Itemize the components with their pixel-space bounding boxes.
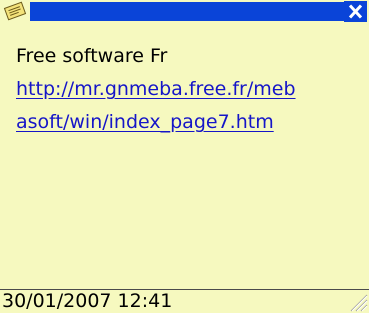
note-link-line-2[interactable]: asoft/win/index_page7.htm: [16, 111, 274, 133]
note-title: [30, 2, 344, 21]
note-link-line-1[interactable]: http://mr.gnmeba.free.fr/meb: [16, 78, 296, 100]
note-timestamp: 30/01/2007 12:41: [2, 290, 173, 312]
close-button[interactable]: [344, 1, 367, 22]
note-footer: 30/01/2007 12:41: [0, 289, 369, 313]
sticky-note-window: Free software Fr http://mr.gnmeba.free.f…: [0, 0, 369, 313]
close-icon: [348, 4, 363, 19]
resize-grip-icon[interactable]: [348, 292, 368, 312]
note-icon[interactable]: [2, 0, 28, 21]
note-body[interactable]: Free software Fr http://mr.gnmeba.free.f…: [16, 40, 361, 139]
title-bar[interactable]: [0, 0, 369, 22]
note-text-line: Free software Fr: [16, 45, 168, 67]
